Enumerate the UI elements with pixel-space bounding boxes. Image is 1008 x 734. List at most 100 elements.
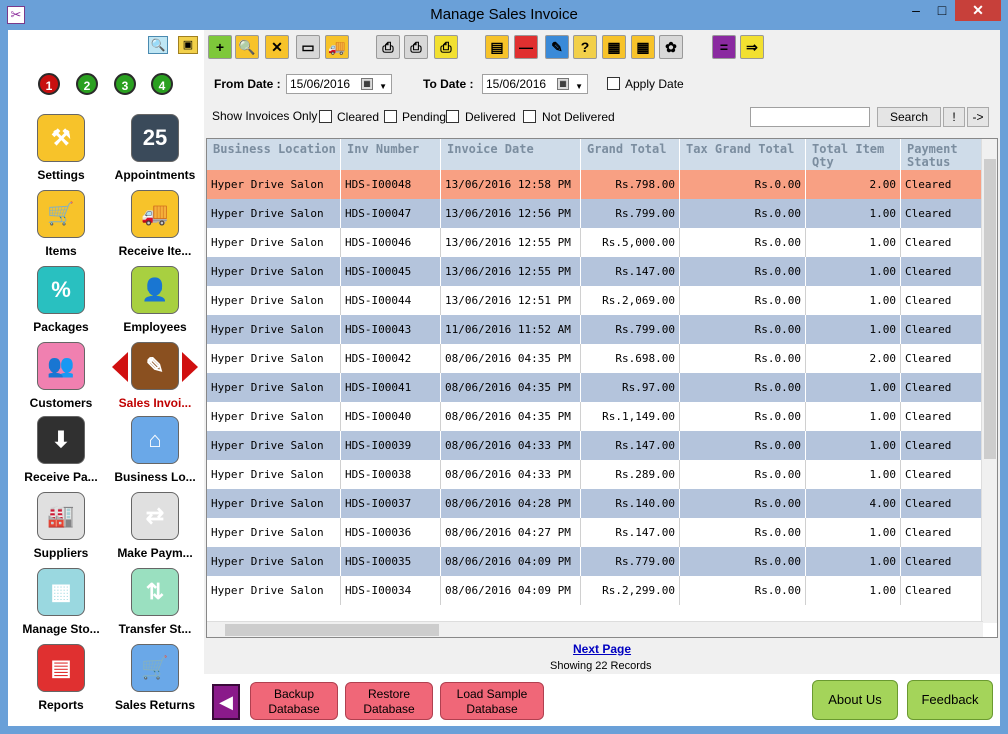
table-cell: 1.00 <box>806 286 901 315</box>
sidebar-tile[interactable]: ⇄ Make Paym... <box>107 492 203 566</box>
page-1-button[interactable]: 1 <box>38 73 60 95</box>
toolbar-icon[interactable]: ⎙ <box>376 35 400 59</box>
toolbar-icon[interactable]: ⎙ <box>434 35 458 59</box>
toolbar-icon[interactable]: ▤ <box>485 35 509 59</box>
sidebar-tile[interactable]: ⬇ Receive Pa... <box>13 416 109 490</box>
sidebar-tile[interactable]: 🚚 Receive Ite... <box>107 190 203 264</box>
load-sample-database-button[interactable]: Load Sample Database <box>440 682 544 720</box>
column-header[interactable]: Invoice Date <box>441 139 581 170</box>
table-cell: 13/06/2016 12:55 PM <box>441 228 581 257</box>
chevron-down-icon[interactable]: ▼ <box>379 78 387 96</box>
toolbar-icon[interactable]: ⇒ <box>740 35 764 59</box>
table-cell: Rs.0.00 <box>680 402 806 431</box>
pending-checkbox[interactable] <box>384 110 397 123</box>
delivered-checkbox[interactable] <box>446 110 459 123</box>
table-cell: 13/06/2016 12:51 PM <box>441 286 581 315</box>
table-row[interactable]: Hyper Drive Salon HDS-I00043 11/06/2016 11… <box>207 315 983 344</box>
table-row[interactable]: Hyper Drive Salon HDS-I00038 08/06/2016 04… <box>207 460 983 489</box>
backup-database-button[interactable]: Backup Database <box>250 682 338 720</box>
vertical-scrollbar[interactable] <box>981 139 997 623</box>
table-row[interactable]: Hyper Drive Salon HDS-I00045 13/06/2016 12… <box>207 257 983 286</box>
restore-database-button[interactable]: Restore Database <box>345 682 433 720</box>
horizontal-scrollbar[interactable] <box>207 621 983 637</box>
sidebar-tile[interactable]: % Packages <box>13 266 109 340</box>
sidebar-tile[interactable]: ▤ Reports <box>13 644 109 718</box>
toolbar-icon[interactable]: + <box>208 35 232 59</box>
table-row[interactable]: Hyper Drive Salon HDS-I00044 13/06/2016 12… <box>207 286 983 315</box>
invoice-grid[interactable]: Business Location Inv Number Invoice Date G… <box>206 138 998 638</box>
to-date-picker[interactable]: 15/06/2016 ▦ ▼ <box>482 74 588 94</box>
column-header[interactable]: Inv Number <box>341 139 441 170</box>
from-date-picker[interactable]: 15/06/2016 ▦ ▼ <box>286 74 392 94</box>
search-button[interactable]: Search <box>877 107 941 127</box>
table-row[interactable]: Hyper Drive Salon HDS-I00046 13/06/2016 12… <box>207 228 983 257</box>
table-cell: Cleared <box>901 257 983 286</box>
table-cell: Rs.799.00 <box>581 199 680 228</box>
windows-icon[interactable]: ▣ <box>178 36 198 54</box>
minimize-button[interactable]: – <box>903 0 929 21</box>
next-page-link[interactable]: Next Page <box>573 642 631 656</box>
back-arrow-icon[interactable]: ◀ <box>212 684 240 720</box>
page-4-button[interactable]: 4 <box>151 73 173 95</box>
chevron-down-icon[interactable]: ▼ <box>575 78 583 96</box>
maximize-button[interactable]: □ <box>929 0 955 21</box>
toolbar-icon[interactable]: ✿ <box>659 35 683 59</box>
table-row[interactable]: Hyper Drive Salon HDS-I00035 08/06/2016 04… <box>207 547 983 576</box>
table-cell: Hyper Drive Salon <box>207 402 341 431</box>
toolbar-icon[interactable]: ▦ <box>631 35 655 59</box>
toolbar-icon[interactable]: ⎙ <box>404 35 428 59</box>
apply-date-checkbox[interactable] <box>607 77 620 90</box>
toolbar-icon[interactable]: ✕ <box>265 35 289 59</box>
table-row[interactable]: Hyper Drive Salon HDS-I00037 08/06/2016 04… <box>207 489 983 518</box>
close-button[interactable]: ✕ <box>955 0 1001 21</box>
table-row[interactable]: Hyper Drive Salon HDS-I00039 08/06/2016 04… <box>207 431 983 460</box>
cleared-checkbox[interactable] <box>319 110 332 123</box>
toolbar-icon[interactable]: ▦ <box>602 35 626 59</box>
not-delivered-checkbox[interactable] <box>523 110 536 123</box>
column-header[interactable]: Tax Grand Total <box>680 139 806 170</box>
column-header[interactable]: Payment Status <box>901 139 983 170</box>
sidebar-tile[interactable]: ⇅ Transfer St... <box>107 568 203 642</box>
search-input[interactable] <box>750 107 870 127</box>
toolbar-icon[interactable]: = <box>712 35 736 59</box>
table-cell: 08/06/2016 04:28 PM <box>441 489 581 518</box>
column-header[interactable]: Grand Total <box>581 139 680 170</box>
toolbar-icon[interactable]: 🚚 <box>325 35 349 59</box>
scroll-thumb[interactable] <box>984 159 996 459</box>
sidebar-tile[interactable]: ⌂ Business Lo... <box>107 416 203 490</box>
toolbar-icon[interactable]: ▭ <box>296 35 320 59</box>
toolbar-icon[interactable]: ✎ <box>545 35 569 59</box>
sidebar-tile[interactable]: 👥 Customers <box>13 342 109 416</box>
page-3-button[interactable]: 3 <box>114 73 136 95</box>
toolbar-icon[interactable]: 🔍 <box>235 35 259 59</box>
column-header[interactable]: Total Item Qty <box>806 139 901 170</box>
sidebar-tile[interactable]: 👤 Employees <box>107 266 203 340</box>
go-arrow-button[interactable]: -> <box>967 107 989 127</box>
table-row[interactable]: Hyper Drive Salon HDS-I00036 08/06/2016 04… <box>207 518 983 547</box>
table-row[interactable]: Hyper Drive Salon HDS-I00047 13/06/2016 12… <box>207 199 983 228</box>
feedback-button[interactable]: Feedback <box>907 680 993 720</box>
sidebar-tile[interactable]: 25 Appointments <box>107 114 203 188</box>
calendar-icon[interactable]: ▦ <box>557 78 569 90</box>
scroll-thumb[interactable] <box>225 624 439 636</box>
table-row[interactable]: Hyper Drive Salon HDS-I00042 08/06/2016 04… <box>207 344 983 373</box>
sidebar-tile[interactable]: ⚒ Settings <box>13 114 109 188</box>
table-row[interactable]: Hyper Drive Salon HDS-I00048 13/06/2016 12… <box>207 170 983 199</box>
search-icon[interactable]: 🔍 <box>148 36 168 54</box>
table-cell: Hyper Drive Salon <box>207 489 341 518</box>
table-row[interactable]: Hyper Drive Salon HDS-I00034 08/06/2016 04… <box>207 576 983 605</box>
sidebar-tile[interactable]: 🏭 Suppliers <box>13 492 109 566</box>
sidebar-tile[interactable]: 🛒 Items <box>13 190 109 264</box>
table-row[interactable]: Hyper Drive Salon HDS-I00041 08/06/2016 04… <box>207 373 983 402</box>
calendar-icon[interactable]: ▦ <box>361 78 373 90</box>
toolbar-icon[interactable]: — <box>514 35 538 59</box>
about-us-button[interactable]: About Us <box>812 680 898 720</box>
column-header[interactable]: Business Location <box>207 139 341 170</box>
page-2-button[interactable]: 2 <box>76 73 98 95</box>
sidebar-tile[interactable]: ▦ Manage Sto... <box>13 568 109 642</box>
tile-icon: 👤 <box>131 266 179 314</box>
exclamation-button[interactable]: ! <box>943 107 965 127</box>
toolbar-icon[interactable]: ? <box>573 35 597 59</box>
sidebar-tile[interactable]: 🛒 Sales Returns <box>107 644 203 718</box>
table-row[interactable]: Hyper Drive Salon HDS-I00040 08/06/2016 04… <box>207 402 983 431</box>
